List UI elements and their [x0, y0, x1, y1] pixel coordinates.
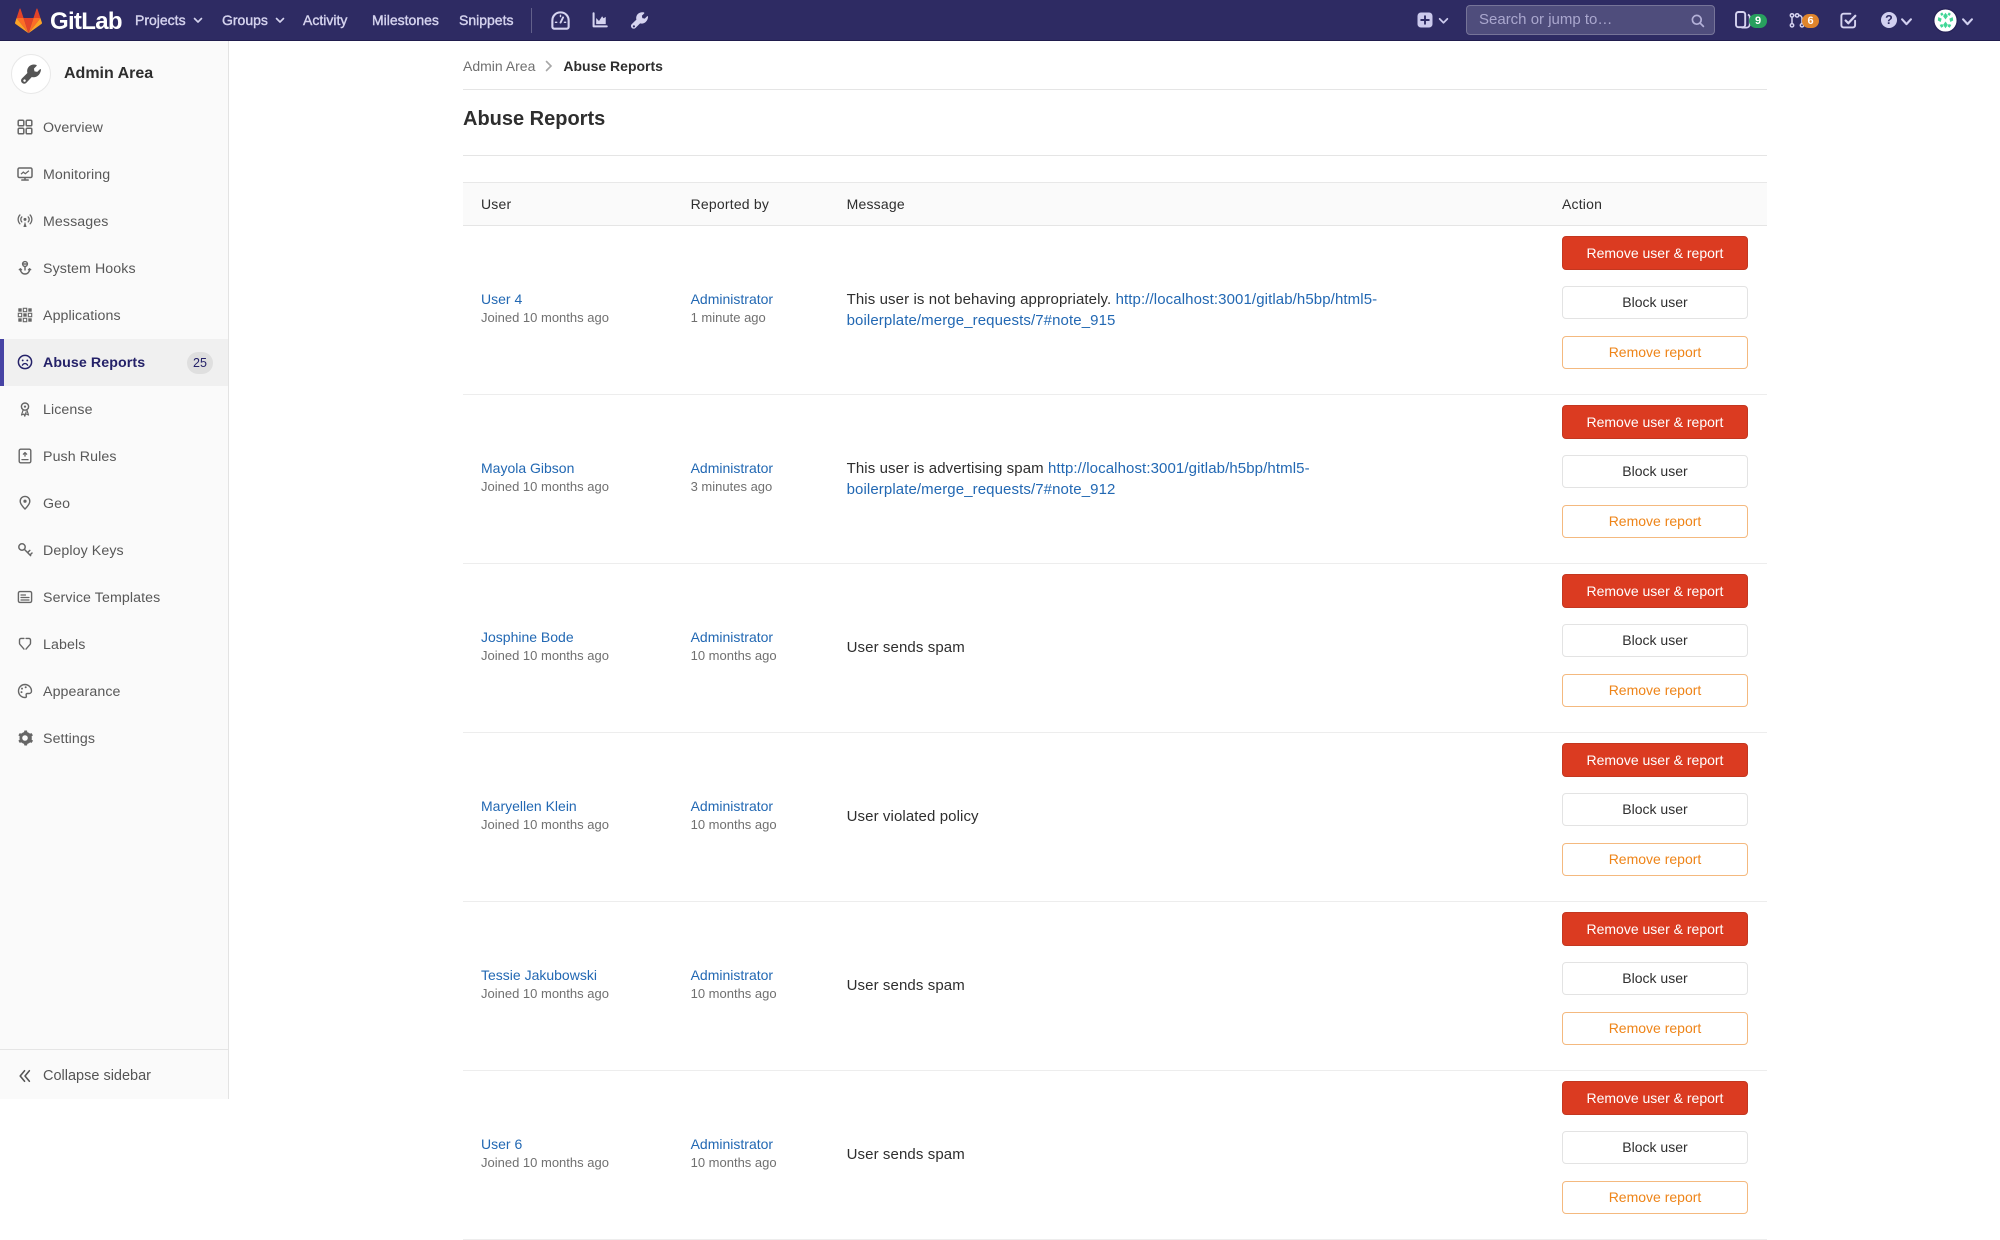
svg-text:?: ? — [1885, 13, 1893, 27]
